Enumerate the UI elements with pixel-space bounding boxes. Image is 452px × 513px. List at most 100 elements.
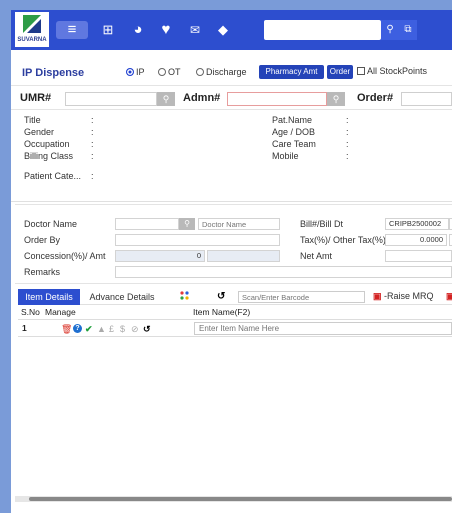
warning-icon: ▲	[97, 324, 106, 334]
dispense-header-bar: IP Dispense IP OT Discharge Pharmacy Amt…	[11, 60, 452, 86]
info-colon: :	[346, 115, 349, 125]
raise-mrq-label: -Raise MRQ	[384, 291, 434, 301]
menu-button[interactable]: ≡	[56, 21, 88, 39]
search-icon: ⚲	[184, 219, 190, 228]
radio-ot[interactable]: OT	[158, 67, 181, 77]
suvarna-logo-icon	[23, 15, 41, 33]
order-by-input[interactable]	[115, 234, 280, 246]
info-colon: :	[346, 151, 349, 161]
history-icon: ↺	[143, 324, 151, 334]
raise-mrq-button[interactable]: ▣ -Raise MRQ	[373, 291, 434, 302]
favorites-button[interactable]: ♥	[157, 21, 175, 39]
search-icon: ⚲	[332, 94, 340, 104]
all-stockpoints-checkbox[interactable]: All StockPoints	[357, 66, 427, 76]
umr-label: UMR#	[20, 92, 52, 104]
net-amt-input[interactable]	[385, 250, 452, 262]
remarks-input[interactable]	[115, 266, 452, 278]
info-label-occupation: Occupation	[24, 139, 70, 149]
tax-percent-input[interactable]: 0.0000	[385, 234, 447, 246]
tab-item-details[interactable]: Item Details	[18, 289, 80, 305]
block-button[interactable]: ⊘	[131, 323, 139, 335]
item-name-input[interactable]	[194, 322, 452, 335]
radio-discharge-label: Discharge	[206, 67, 247, 77]
tab-advance-details[interactable]: Advance Details	[83, 289, 161, 305]
order-no-input[interactable]	[401, 92, 452, 106]
global-search-button[interactable]: ⚲	[381, 20, 399, 40]
col-manage: Manage	[45, 307, 76, 317]
info-label-pat-name: Pat.Name	[272, 115, 313, 125]
info-label-age-dob: Age / DOB	[272, 127, 316, 137]
apps-grid-icon: ⊞	[102, 22, 114, 37]
doctor-search-button[interactable]: ⚲	[179, 218, 195, 230]
bill-no-input[interactable]: CRIPB2500002	[385, 218, 449, 230]
delete-row-button[interactable]: 🗑	[61, 323, 72, 335]
order-button[interactable]: Order	[327, 65, 353, 79]
radio-unselected-icon	[196, 68, 204, 76]
info-label-mobile: Mobile	[272, 151, 299, 161]
order-no-label: Order#	[357, 92, 394, 104]
info-colon: :	[91, 127, 94, 137]
pdf-icon: ▣	[373, 291, 382, 301]
info-colon: :	[91, 171, 94, 181]
warning-button[interactable]: ▲	[97, 323, 106, 335]
tax-label: Tax(%)/ Other Tax(%)	[300, 235, 386, 245]
barcode-scan-input[interactable]	[238, 291, 365, 303]
dollar-button[interactable]: $	[120, 323, 125, 335]
trash-icon: 🗑	[61, 324, 73, 334]
patient-info-panel: Title : Gender : Occupation : Billing Cl…	[11, 110, 452, 202]
color-dots-button[interactable]	[180, 291, 190, 305]
umr-input[interactable]	[65, 92, 157, 106]
radio-unselected-icon	[158, 68, 166, 76]
checkbox-icon	[357, 67, 365, 75]
info-colon: :	[91, 115, 94, 125]
patient-search-row: UMR# ⚲ Admn# ⚲ Order#	[11, 88, 452, 110]
radio-ip-label: IP	[136, 67, 145, 77]
radio-ot-label: OT	[168, 67, 181, 77]
history-icon: ↺	[217, 291, 226, 302]
concession-amt-input[interactable]	[207, 250, 280, 262]
concession-percent-input[interactable]: 0	[115, 250, 205, 262]
page-title: IP Dispense	[22, 67, 85, 79]
umr-search-button[interactable]: ⚲	[157, 92, 175, 106]
radio-selected-icon	[126, 68, 134, 76]
remarks-label: Remarks	[24, 267, 61, 277]
mail-icon: ✉	[189, 23, 201, 37]
pound-button[interactable]: £	[109, 323, 114, 335]
horizontal-scrollbar-thumb[interactable]	[29, 497, 452, 501]
apps-grid-button[interactable]: ⊞	[99, 21, 117, 39]
top-nav-bar: SUVARNA ≡ ⊞ ◕ ♥ ✉ ◆ ⚲ ⧉	[11, 10, 452, 50]
approve-button[interactable]: ✔	[85, 323, 93, 335]
item-tabs-bar: Item Details Advance Details ↺ ▣ -Raise …	[18, 289, 452, 305]
info-label-care-team: Care Team	[272, 139, 316, 149]
block-icon: ⊘	[131, 324, 139, 334]
bill-no-label: Bill#/Bill Dt	[300, 219, 344, 229]
history-button[interactable]: ↺	[217, 291, 225, 303]
doctor-code-input[interactable]	[115, 218, 179, 230]
radio-ip[interactable]: IP	[126, 67, 145, 77]
tag-button[interactable]: ◆	[214, 21, 232, 39]
doctor-name-input[interactable]	[198, 218, 280, 230]
pie-chart-icon: ◕	[133, 21, 143, 38]
copy-icon: ⧉	[404, 24, 412, 35]
admn-search-button[interactable]: ⚲	[327, 92, 345, 106]
global-search-input[interactable]	[264, 20, 381, 40]
items-table-header: S.No Manage Item Name(F2)	[18, 306, 452, 320]
info-label-patient-category: Patient Cate...	[24, 171, 82, 181]
pharmacy-amt-button[interactable]: Pharmacy Amt	[259, 65, 324, 79]
admn-label: Admn#	[183, 92, 221, 104]
brand-logo[interactable]: SUVARNA	[15, 12, 49, 47]
radio-discharge[interactable]: Discharge	[196, 67, 247, 77]
dollar-icon: $	[120, 324, 126, 334]
copy-button[interactable]: ⧉	[399, 20, 417, 40]
pie-chart-button[interactable]: ◕	[129, 21, 147, 39]
mail-button[interactable]: ✉	[186, 21, 204, 39]
info-label-billing-class: Billing Class	[24, 151, 74, 161]
info-colon: :	[346, 127, 349, 137]
pdf-button[interactable]: ▣	[446, 291, 452, 302]
all-stockpoints-label: All StockPoints	[367, 66, 428, 76]
row-history-button[interactable]: ↺	[143, 323, 151, 335]
bill-form: Doctor Name ⚲ Order By Concession(%)/ Am…	[15, 204, 452, 284]
admn-input[interactable]	[227, 92, 327, 106]
help-button[interactable]: ?	[73, 324, 82, 333]
table-row: 1 🗑 ? ✔ ▲ £ $ ⊘ ↺	[18, 321, 452, 337]
